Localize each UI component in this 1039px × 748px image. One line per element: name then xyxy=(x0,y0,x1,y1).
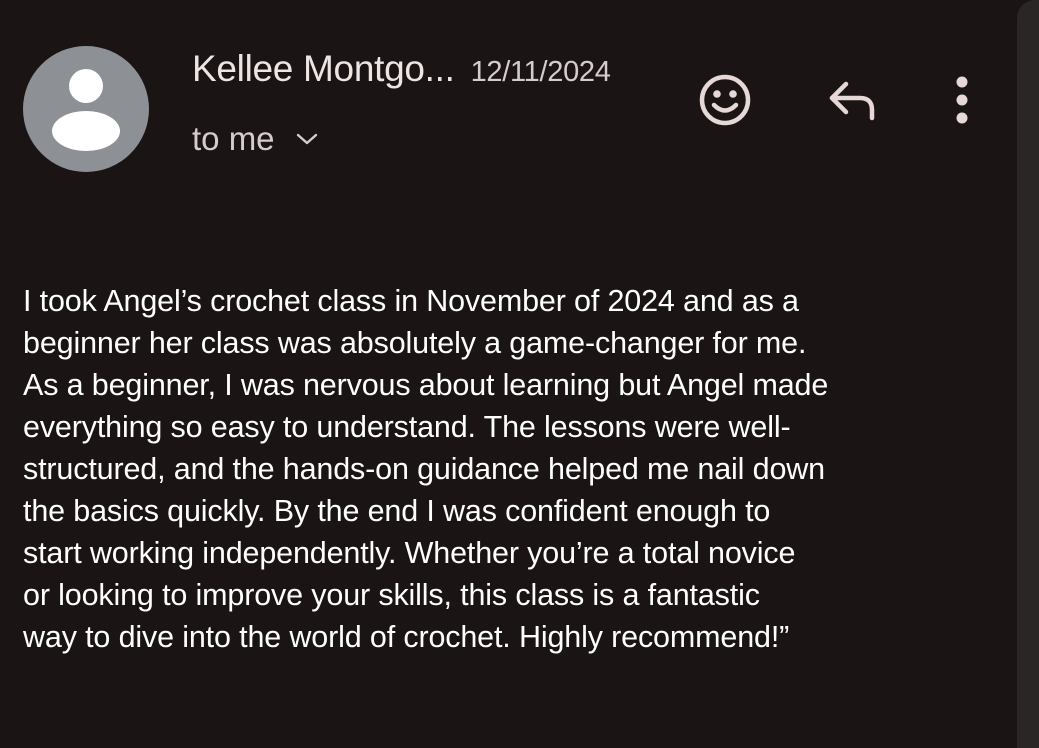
recipient-label: to me xyxy=(192,120,275,157)
person-icon xyxy=(52,69,120,151)
more-vertical-icon xyxy=(956,76,968,124)
add-reaction-button[interactable] xyxy=(695,70,755,130)
chevron-down-icon xyxy=(295,131,319,147)
message-body: I took Angel’s crochet class in November… xyxy=(23,284,829,654)
more-options-button[interactable] xyxy=(940,70,984,130)
sender-avatar[interactable] xyxy=(23,46,149,172)
sender-name[interactable]: Kellee Montgo... xyxy=(192,48,455,90)
reply-arrow-icon xyxy=(829,81,875,121)
message-date: 12/11/2024 xyxy=(470,56,611,88)
recipient-toggle[interactable]: to me xyxy=(192,117,319,161)
reply-button[interactable] xyxy=(822,72,882,128)
scroll-edge-panel xyxy=(1017,0,1039,748)
sender-info: Kellee Montgo... 12/11/2024 xyxy=(192,48,611,96)
smiley-icon xyxy=(699,74,751,126)
